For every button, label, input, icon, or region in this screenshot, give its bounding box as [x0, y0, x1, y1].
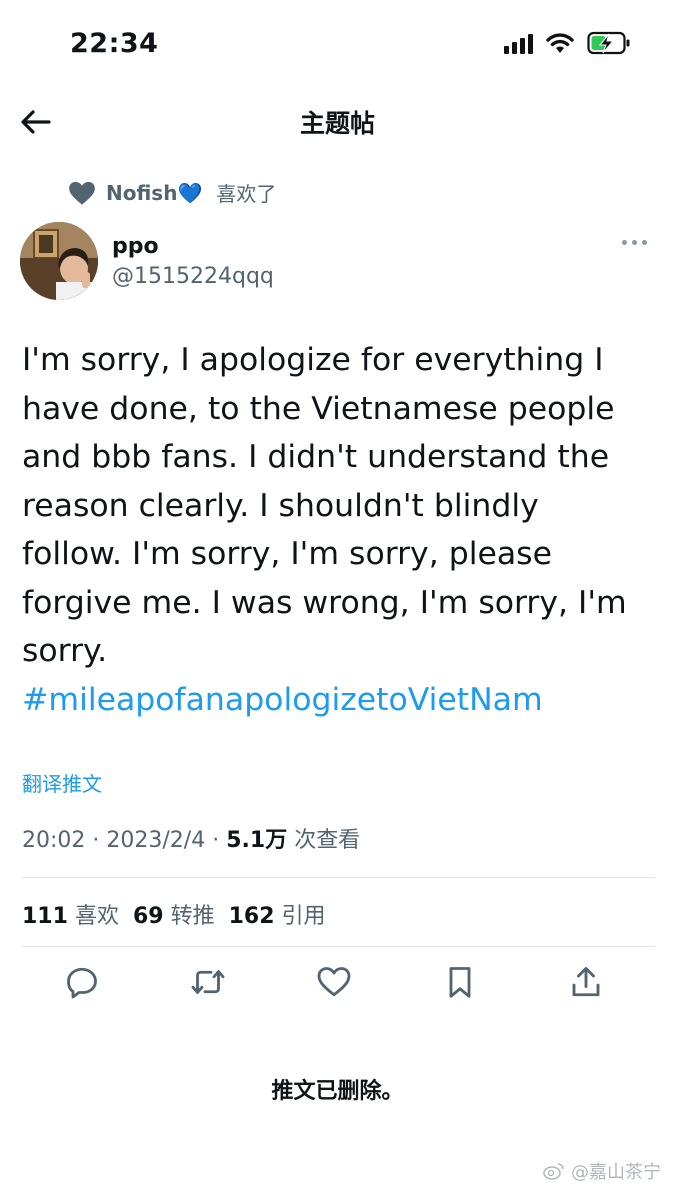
views-count: 5.1万 — [226, 828, 288, 853]
tweet-text: I'm sorry, I apologize for everything I … — [22, 336, 654, 724]
author-name[interactable]: ppo — [112, 234, 159, 259]
divider — [22, 877, 655, 878]
liker-name[interactable]: Nofish💙 — [106, 181, 202, 205]
tweet-stats: 111 喜欢 69 转推 162 引用 — [22, 898, 326, 930]
tweet-text-line: have done, to the Vietnamese people — [22, 390, 615, 427]
watermark: @嘉山茶宁 — [543, 1158, 661, 1184]
page-title: 主题帖 — [299, 109, 375, 138]
views-label: 次查看 — [294, 828, 361, 853]
tweet-actions — [64, 964, 612, 1008]
more-dot — [642, 240, 647, 245]
translate-tweet-link[interactable]: 翻译推文 — [22, 768, 102, 797]
likes-count: 111 — [22, 904, 68, 929]
tweet-text-line: reason clearly. I shouldn't blindly — [22, 487, 539, 524]
tweet-author: ppo @1515224qqq — [20, 222, 655, 302]
avatar[interactable] — [20, 222, 98, 300]
reply-button[interactable] — [64, 964, 104, 1004]
retweets-stat[interactable]: 69 转推 — [133, 898, 215, 930]
author-handle[interactable]: @1515224qqq — [112, 264, 274, 289]
reply-icon — [67, 967, 97, 999]
bookmark-icon — [449, 967, 471, 998]
more-options-button[interactable] — [620, 234, 649, 251]
status-time: 22:34 — [70, 28, 159, 59]
retweet-icon — [191, 970, 225, 994]
tweet-text-line: I'm sorry, I apologize for everything I — [22, 342, 604, 378]
like-icon — [317, 967, 351, 997]
liked-text: 喜欢了 — [216, 182, 277, 206]
retweet-button[interactable] — [190, 964, 230, 1004]
retweets-count: 69 — [132, 904, 164, 929]
like-button[interactable] — [316, 964, 356, 1004]
tweet-time: 20:02 — [22, 828, 86, 853]
quotes-count: 162 — [228, 904, 275, 929]
tweet-text-line: and bbb fans. I didn't understand the — [22, 439, 610, 475]
meta-separator: · — [92, 828, 107, 853]
more-dot — [632, 240, 637, 245]
quotes-label: 引用 — [281, 904, 326, 929]
nav-bar: 主题帖 — [0, 92, 675, 152]
deleted-tweet-notice: 推文已删除。 — [271, 1079, 404, 1104]
heart-filled-icon — [69, 181, 95, 205]
share-icon — [572, 967, 600, 997]
divider — [22, 946, 655, 947]
quotes-stat[interactable]: 162 引用 — [229, 898, 326, 930]
wifi-icon — [545, 31, 575, 55]
battery-charging-icon — [587, 31, 631, 55]
tweet-text-line: follow. I'm sorry, I'm sorry, please — [22, 536, 552, 572]
signal-icon — [504, 32, 533, 54]
meta-separator: · — [212, 828, 227, 853]
social-context[interactable]: Nofish💙 喜欢了 — [68, 178, 276, 207]
retweets-label: 转推 — [170, 904, 215, 929]
likes-stat[interactable]: 111 喜欢 — [22, 898, 119, 930]
tweet-text-line: forgive me. I was wrong, I'm sorry, I'm — [22, 584, 627, 621]
bookmark-button[interactable] — [442, 964, 482, 1004]
watermark-text: @嘉山茶宁 — [571, 1162, 661, 1183]
share-button[interactable] — [568, 964, 608, 1004]
likes-label: 喜欢 — [74, 904, 119, 929]
more-dot — [622, 240, 627, 245]
weibo-logo-icon — [543, 1163, 564, 1180]
status-icons — [504, 31, 631, 55]
hashtag-link[interactable]: #mileapofanapologizetoVietNam — [22, 676, 654, 725]
tweet-date: 2023/2/4 — [106, 828, 206, 853]
tweet-meta: 20:02 · 2023/2/4 · 5.1万 次查看 — [22, 822, 360, 854]
tweet-text-line: sorry. — [22, 633, 108, 669]
status-bar: 22:34 — [0, 0, 675, 90]
